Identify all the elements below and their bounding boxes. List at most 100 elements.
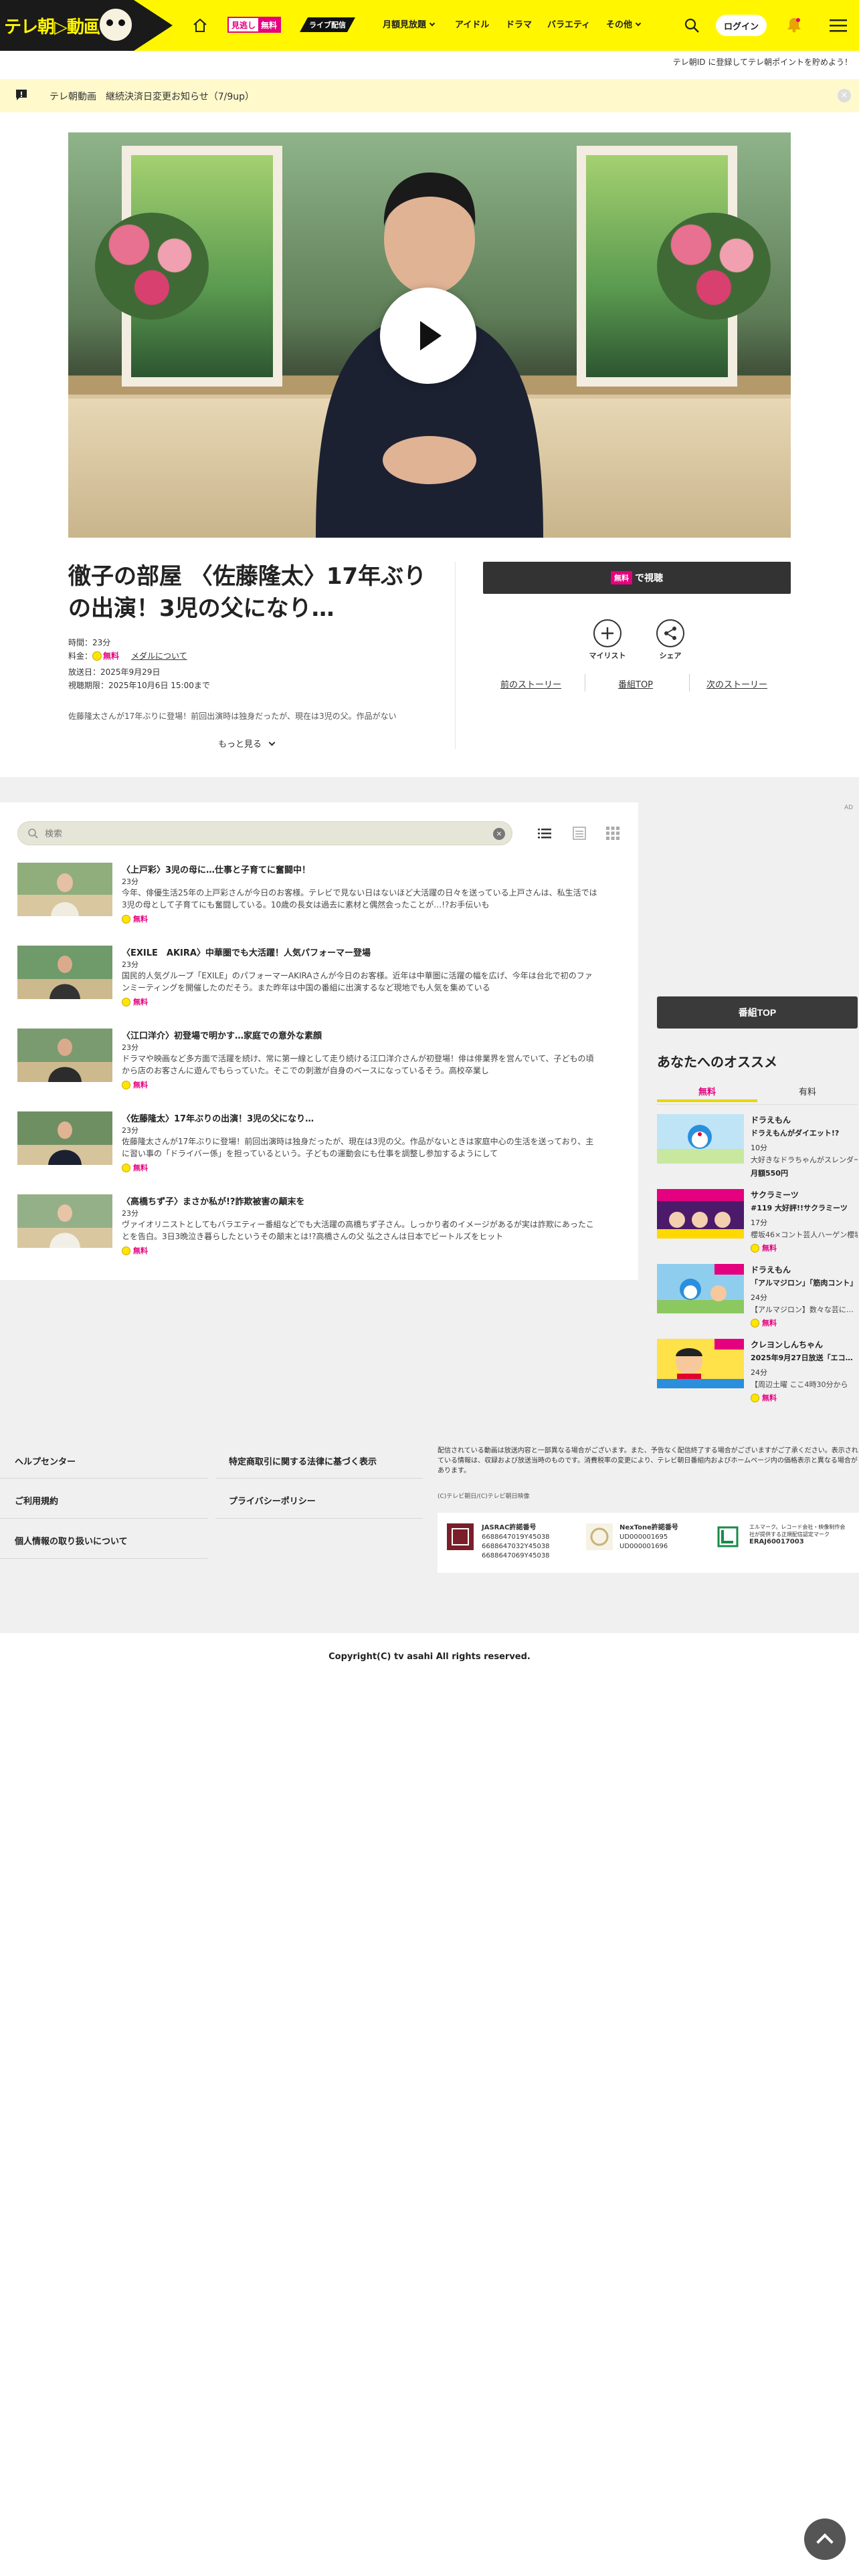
episode-title: 〈EXILE AKIRA〉中華圏でも大活躍！人気パフォーマー登場 bbox=[122, 948, 371, 958]
recommend-thumbnail bbox=[657, 1339, 744, 1388]
recommend-item[interactable]: クレヨンしんちゃん 2025年9月27日放送「エコ… 24分 【周辺土曜 ここ4… bbox=[657, 1339, 858, 1406]
coin-icon bbox=[751, 1394, 759, 1402]
recommend-length: 24分 bbox=[751, 1368, 767, 1377]
recommend-title: あなたへのオススメ bbox=[657, 1054, 777, 1070]
personal-info-link[interactable]: 個人情報の取り扱いについて bbox=[15, 1534, 128, 1547]
recommend-length: 24分 bbox=[751, 1293, 767, 1302]
show-more-button[interactable]: もっと見る bbox=[218, 737, 276, 750]
divider bbox=[0, 1478, 207, 1479]
play-button[interactable] bbox=[380, 288, 476, 384]
speech-bubble-icon bbox=[16, 90, 27, 100]
search-icon[interactable] bbox=[684, 17, 700, 33]
episode-item[interactable]: 〈高橋ちず子〉まさか私が!?詐欺被害の顛末を 23分 ヴァイオリニストとしてもバ… bbox=[17, 1194, 619, 1261]
price-row: 料金： 無料 メダルについて bbox=[68, 650, 187, 661]
coin-icon bbox=[751, 1244, 759, 1253]
next-story-link[interactable]: 次のストーリー bbox=[706, 677, 767, 690]
detail-view-icon[interactable] bbox=[573, 827, 586, 840]
mylist-button[interactable] bbox=[593, 619, 622, 647]
coin-icon bbox=[122, 915, 130, 924]
program-title: 徹子の部屋 〈佐藤隆太〉17年ぶりの出演！3児の父になり… bbox=[68, 563, 427, 622]
program-top-button[interactable]: 番組TOP bbox=[657, 996, 858, 1029]
recommend-item[interactable]: ドラえもん 「アルマジロン」「筋肉コント」 24分 【アルマジロン】数々な芸に…… bbox=[657, 1264, 858, 1331]
license-box: JASRAC許諾番号 6688647019Y45038 6688647032Y4… bbox=[438, 1513, 859, 1573]
share-button[interactable] bbox=[656, 619, 684, 647]
nav-others[interactable]: その他 bbox=[606, 17, 642, 30]
episode-item[interactable]: 〈佐藤隆太〉17年ぶりの出演！3児の父になり… 23分 佐藤隆太さんが17年ぶり… bbox=[17, 1111, 619, 1178]
site-logo[interactable]: テレ朝▷動画 bbox=[0, 0, 173, 51]
logo-text: テレ朝▷動画 bbox=[4, 17, 101, 37]
divider bbox=[0, 1558, 207, 1559]
clear-icon[interactable]: × bbox=[493, 828, 505, 840]
episode-search[interactable]: × bbox=[17, 821, 512, 845]
recommend-length: 17分 bbox=[751, 1218, 767, 1227]
bell-icon[interactable] bbox=[785, 16, 803, 33]
episode-description: ドラマや映画など多方面で活躍を続け、常に第一線として走り続ける江口洋介さんが初登… bbox=[122, 1054, 594, 1075]
divider bbox=[689, 674, 690, 691]
free-badge: 無料 bbox=[122, 914, 148, 924]
episode-item[interactable]: 〈江口洋介〉初登場で明かす…家庭での意外な素顔 23分 ドラマや映画など多方面で… bbox=[17, 1029, 619, 1095]
thumbnail-flowers bbox=[657, 213, 771, 320]
hamburger-menu-icon[interactable] bbox=[830, 19, 847, 32]
nav-idol[interactable]: アイドル bbox=[455, 17, 489, 30]
close-icon[interactable]: × bbox=[838, 89, 851, 102]
divider bbox=[215, 1518, 423, 1519]
nav-monthly[interactable]: 月額見放題 bbox=[383, 17, 436, 30]
episode-description: 国民的人気グループ「EXILE」のパフォーマーAKIRAさんが今日のお客様。近年… bbox=[122, 971, 593, 992]
recommend-item[interactable]: サクラミーツ #119 大好評!!サクラミーツ 17分 櫻坂46×コント芸人ハー… bbox=[657, 1189, 858, 1256]
episode-item[interactable]: 〈EXILE AKIRA〉中華圏でも大活躍！人気パフォーマー登場 23分 国民的… bbox=[17, 946, 619, 1012]
thumbnail-flowers bbox=[95, 213, 209, 320]
episode-item[interactable]: 〈上戸彩〉3児の母に…仕事と子育てに奮闘中！ 23分 今年、俳優生活25年の上戸… bbox=[17, 863, 619, 930]
recommend-name: ドラえもん bbox=[751, 1115, 791, 1125]
free-text: 無料 bbox=[762, 1319, 777, 1327]
free-catchup-badge[interactable]: 見逃し 無料 bbox=[227, 17, 282, 33]
license-number: UD000001695 bbox=[619, 1533, 668, 1541]
help-center-link[interactable]: ヘルプセンター bbox=[15, 1455, 76, 1467]
program-top-link[interactable]: 番組TOP bbox=[618, 677, 653, 690]
privacy-policy-link[interactable]: プライバシーポリシー bbox=[229, 1494, 316, 1507]
home-icon[interactable] bbox=[192, 17, 208, 33]
terms-link[interactable]: ご利用規約 bbox=[15, 1494, 58, 1507]
share-label: シェア bbox=[659, 651, 682, 660]
license-number: UD000001696 bbox=[619, 1543, 668, 1550]
footer-note: 配信されている動画は放送内容と一部異なる場合がございます。また、予告なく配信終了… bbox=[438, 1447, 858, 1475]
coin-icon bbox=[122, 1164, 130, 1172]
episode-length: 23分 bbox=[122, 877, 138, 886]
free-text: 無料 bbox=[762, 1394, 777, 1402]
watch-button[interactable]: 無料 で視聴 bbox=[483, 562, 791, 594]
recommend-subtitle: #119 大好評!!サクラミーツ bbox=[751, 1204, 848, 1212]
coin-icon bbox=[122, 998, 130, 1006]
free-text: 無料 bbox=[133, 1081, 148, 1089]
medal-link[interactable]: メダルについて bbox=[131, 651, 187, 661]
coin-icon bbox=[751, 1319, 759, 1327]
nav-drama[interactable]: ドラマ bbox=[506, 17, 532, 30]
grid-view-icon[interactable] bbox=[606, 827, 619, 840]
episode-thumbnail bbox=[17, 1194, 112, 1248]
recommend-description: 大好きなドラちゃんがスレンダーに bbox=[751, 1156, 858, 1164]
video-player[interactable] bbox=[68, 132, 791, 538]
notice-bar[interactable]: テレ朝動画 継続決済日変更お知らせ（7/9up） × bbox=[0, 79, 859, 112]
riaj-text: エルマーク。レコード会社・映像制作会社が提供する正規配信認定マーク bbox=[749, 1524, 846, 1537]
points-promo-link[interactable]: テレ朝ID に登録してテレ朝ポイントを貯めよう！ bbox=[0, 51, 859, 71]
l-mark-icon bbox=[714, 1523, 741, 1550]
recommend-description: 【アルマジロン】数々な芸に… bbox=[751, 1305, 854, 1314]
nav-variety[interactable]: バラエティ bbox=[547, 17, 590, 30]
divider bbox=[215, 1478, 423, 1479]
tab-free[interactable]: 無料 bbox=[657, 1079, 757, 1102]
coin-icon bbox=[122, 1081, 130, 1089]
recommend-subtitle: 2025年9月27日放送「エコ… bbox=[751, 1354, 853, 1362]
free-badge: 無料 bbox=[122, 1162, 148, 1173]
login-button[interactable]: ログイン bbox=[716, 15, 767, 36]
recommend-item[interactable]: ドラえもん ドラえもんがダイエット!? 10分 大好きなドラちゃんがスレンダーに… bbox=[657, 1114, 858, 1181]
search-input[interactable] bbox=[45, 826, 460, 842]
free-text: 無料 bbox=[133, 1247, 148, 1255]
back-to-top-button[interactable] bbox=[804, 2518, 846, 2560]
prev-story-link[interactable]: 前のストーリー bbox=[500, 677, 561, 690]
list-view-icon[interactable] bbox=[538, 827, 551, 840]
commercial-law-link[interactable]: 特定商取引に関する法律に基づく表示 bbox=[229, 1455, 377, 1467]
tab-paid[interactable]: 有料 bbox=[757, 1079, 858, 1102]
recommend-thumbnail bbox=[657, 1264, 744, 1313]
price-label: 料金： bbox=[68, 651, 93, 661]
live-badge[interactable]: ライブ配信 bbox=[300, 17, 355, 32]
air-date: 放送日：2025年9月29日 bbox=[68, 667, 161, 677]
recommend-name: サクラミーツ bbox=[751, 1190, 799, 1200]
